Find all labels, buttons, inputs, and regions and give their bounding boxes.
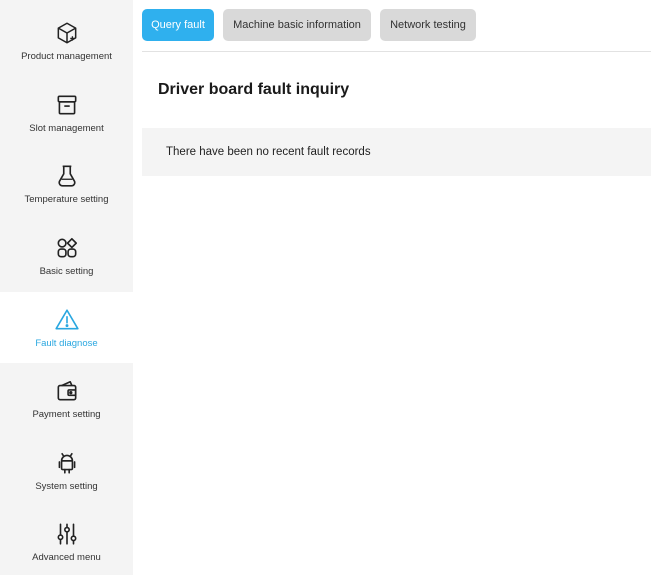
sidebar-item-temperature-setting[interactable]: Temperature setting <box>0 148 133 219</box>
sidebar-item-label: Basic setting <box>39 266 94 277</box>
sidebar-item-label: Product management <box>21 51 112 62</box>
tab-query-fault[interactable]: Query fault <box>142 9 214 41</box>
sliders-icon <box>52 519 82 549</box>
sidebar-item-label: Payment setting <box>32 409 101 420</box>
sidebar-item-system-setting[interactable]: System setting <box>0 435 133 506</box>
tab-network-testing[interactable]: Network testing <box>380 9 476 41</box>
sidebar-item-label: System setting <box>35 481 98 492</box>
sidebar-item-label: Slot management <box>29 123 104 134</box>
tab-machine-basic-information[interactable]: Machine basic information <box>223 9 371 41</box>
sidebar-item-fault-diagnose[interactable]: Fault diagnose <box>0 292 133 363</box>
sidebar-item-slot-management[interactable]: Slot management <box>0 77 133 148</box>
temperature-flask-icon <box>52 161 82 191</box>
empty-state-panel: There have been no recent fault records <box>142 128 651 176</box>
android-icon <box>52 448 82 478</box>
sidebar-item-advanced-menu[interactable]: Advanced menu <box>0 506 133 575</box>
grid-shapes-icon <box>52 233 82 263</box>
sidebar-item-label: Advanced menu <box>32 552 101 563</box>
sidebar-item-basic-setting[interactable]: Basic setting <box>0 220 133 291</box>
tab-divider <box>142 51 651 52</box>
box-plus-icon <box>52 18 82 48</box>
sidebar-item-payment-setting[interactable]: Payment setting <box>0 363 133 434</box>
warning-triangle-icon <box>52 305 82 335</box>
empty-state-message: There have been no recent fault records <box>166 146 371 158</box>
sidebar-item-product-management[interactable]: Product management <box>0 5 133 76</box>
page-title: Driver board fault inquiry <box>158 81 350 98</box>
wallet-icon <box>52 376 82 406</box>
sidebar: Product management Slot management Tempe… <box>0 0 133 575</box>
sidebar-item-label: Fault diagnose <box>35 338 98 349</box>
sidebar-item-label: Temperature setting <box>24 194 109 205</box>
drawer-icon <box>52 90 82 120</box>
